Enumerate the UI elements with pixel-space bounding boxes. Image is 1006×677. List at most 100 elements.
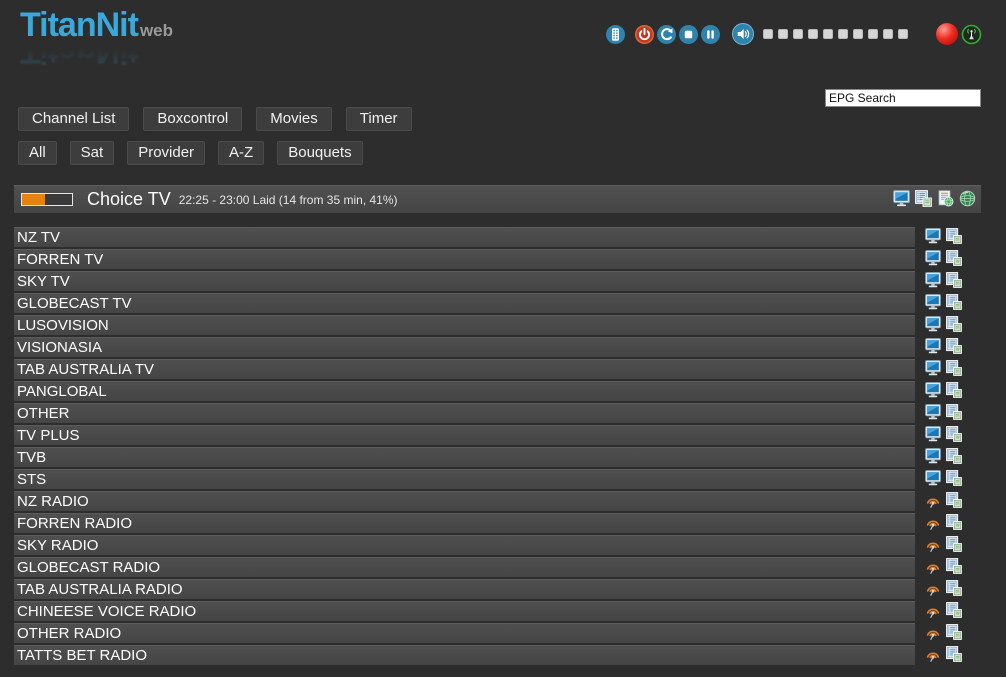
speaker-button[interactable] xyxy=(732,23,754,45)
channel-name[interactable]: TVB xyxy=(14,447,915,467)
channel-epg-button[interactable] xyxy=(946,228,962,247)
filter-provider-button[interactable]: Provider xyxy=(127,141,205,165)
filter-sat-button[interactable]: Sat xyxy=(70,141,115,165)
channel-epg-button[interactable] xyxy=(946,382,962,401)
channel-row: TAB AUSTRALIA RADIO xyxy=(14,579,962,599)
zap-channel-button[interactable] xyxy=(925,404,941,423)
volume-segment[interactable] xyxy=(883,29,893,39)
channel-row: LUSOVISION xyxy=(14,315,962,335)
zap-channel-button[interactable] xyxy=(925,646,941,665)
channel-name[interactable]: NZ RADIO xyxy=(14,491,915,511)
zap-channel-button[interactable] xyxy=(925,558,941,577)
zap-channel-button[interactable] xyxy=(925,470,941,489)
channel-epg-button[interactable] xyxy=(946,536,962,555)
epg-list-button[interactable] xyxy=(915,190,932,210)
channel-name[interactable]: PANGLOBAL xyxy=(14,381,915,401)
channel-epg-button[interactable] xyxy=(946,404,962,423)
power-button[interactable] xyxy=(635,25,654,44)
volume-segment[interactable] xyxy=(778,29,788,39)
zap-channel-button[interactable] xyxy=(925,228,941,247)
volume-segment[interactable] xyxy=(793,29,803,39)
channel-name[interactable]: VISIONASIA xyxy=(14,337,915,357)
channel-name[interactable]: SKY RADIO xyxy=(14,535,915,555)
channel-epg-button[interactable] xyxy=(946,294,962,313)
channel-name[interactable]: STS xyxy=(14,469,915,489)
channel-epg-button[interactable] xyxy=(946,646,962,665)
channel-epg-button[interactable] xyxy=(946,272,962,291)
channel-epg-button[interactable] xyxy=(946,448,962,467)
filter-az-button[interactable]: A-Z xyxy=(218,141,264,165)
nav-timer-button[interactable]: Timer xyxy=(346,107,412,131)
epg-pages-icon xyxy=(946,492,962,511)
channel-name[interactable]: FORREN TV xyxy=(14,249,915,269)
channel-epg-button[interactable] xyxy=(946,580,962,599)
nav-channel-list-button[interactable]: Channel List xyxy=(18,107,129,131)
volume-segment[interactable] xyxy=(838,29,848,39)
reload-button[interactable] xyxy=(657,25,676,44)
channel-name[interactable]: OTHER RADIO xyxy=(14,623,915,643)
remote-control-button[interactable] xyxy=(606,25,625,44)
channel-name[interactable]: SKY TV xyxy=(14,271,915,291)
zap-channel-button[interactable] xyxy=(925,272,941,291)
globe-button[interactable] xyxy=(959,190,976,210)
channel-name[interactable]: FORREN RADIO xyxy=(14,513,915,533)
channel-epg-button[interactable] xyxy=(946,470,962,489)
channel-name[interactable]: TATTS BET RADIO xyxy=(14,645,915,665)
channel-row-actions xyxy=(925,360,962,379)
channel-epg-button[interactable] xyxy=(946,338,962,357)
volume-segment[interactable] xyxy=(823,29,833,39)
channel-name[interactable]: GLOBECAST TV xyxy=(14,293,915,313)
channel-name[interactable]: LUSOVISION xyxy=(14,315,915,335)
channel-name[interactable]: OTHER xyxy=(14,403,915,423)
zap-channel-button[interactable] xyxy=(925,492,941,511)
zap-channel-button[interactable] xyxy=(925,360,941,379)
channel-name[interactable]: CHINEESE VOICE RADIO xyxy=(14,601,915,621)
volume-segment[interactable] xyxy=(763,29,773,39)
zap-channel-button[interactable] xyxy=(925,602,941,621)
zap-channel-button[interactable] xyxy=(925,536,941,555)
channel-name[interactable]: TV PLUS xyxy=(14,425,915,445)
zap-channel-button[interactable] xyxy=(925,250,941,269)
nav-boxcontrol-button[interactable]: Boxcontrol xyxy=(143,107,242,131)
zap-channel-button[interactable] xyxy=(925,448,941,467)
nav-movies-button[interactable]: Movies xyxy=(256,107,332,131)
channel-row-actions xyxy=(925,272,962,291)
zap-channel-button[interactable] xyxy=(925,338,941,357)
zap-channel-button[interactable] xyxy=(925,580,941,599)
stream-tv-button[interactable] xyxy=(893,190,910,210)
filter-all-button[interactable]: All xyxy=(18,141,57,165)
channel-epg-button[interactable] xyxy=(946,624,962,643)
epg-pages-icon xyxy=(946,272,962,291)
zap-channel-button[interactable] xyxy=(925,514,941,533)
web-epg-button[interactable] xyxy=(937,190,954,210)
volume-segment[interactable] xyxy=(808,29,818,39)
zap-channel-button[interactable] xyxy=(925,382,941,401)
stop-button[interactable] xyxy=(679,25,698,44)
channel-name[interactable]: NZ TV xyxy=(14,227,915,247)
channel-row: CHINEESE VOICE RADIO xyxy=(14,601,962,621)
channel-name[interactable]: TAB AUSTRALIA TV xyxy=(14,359,915,379)
channel-epg-button[interactable] xyxy=(946,316,962,335)
channel-name[interactable]: GLOBECAST RADIO xyxy=(14,557,915,577)
filter-bouquets-button[interactable]: Bouquets xyxy=(277,141,362,165)
zap-channel-button[interactable] xyxy=(925,294,941,313)
zap-channel-button[interactable] xyxy=(925,426,941,445)
channel-epg-button[interactable] xyxy=(946,558,962,577)
channel-epg-button[interactable] xyxy=(946,602,962,621)
zap-channel-button[interactable] xyxy=(925,624,941,643)
volume-segment[interactable] xyxy=(898,29,908,39)
channel-epg-button[interactable] xyxy=(946,492,962,511)
channel-name[interactable]: TAB AUSTRALIA RADIO xyxy=(14,579,915,599)
volume-segment[interactable] xyxy=(868,29,878,39)
channel-epg-button[interactable] xyxy=(946,514,962,533)
channel-epg-button[interactable] xyxy=(946,250,962,269)
epg-pages-icon xyxy=(946,602,962,621)
zap-channel-button[interactable] xyxy=(925,316,941,335)
epg-search-input[interactable] xyxy=(825,89,981,107)
channel-epg-button[interactable] xyxy=(946,360,962,379)
volume-segment[interactable] xyxy=(853,29,863,39)
channel-row-actions xyxy=(925,228,962,247)
channel-epg-button[interactable] xyxy=(946,426,962,445)
pause-button[interactable] xyxy=(701,25,720,44)
signal-button[interactable] xyxy=(961,24,982,45)
